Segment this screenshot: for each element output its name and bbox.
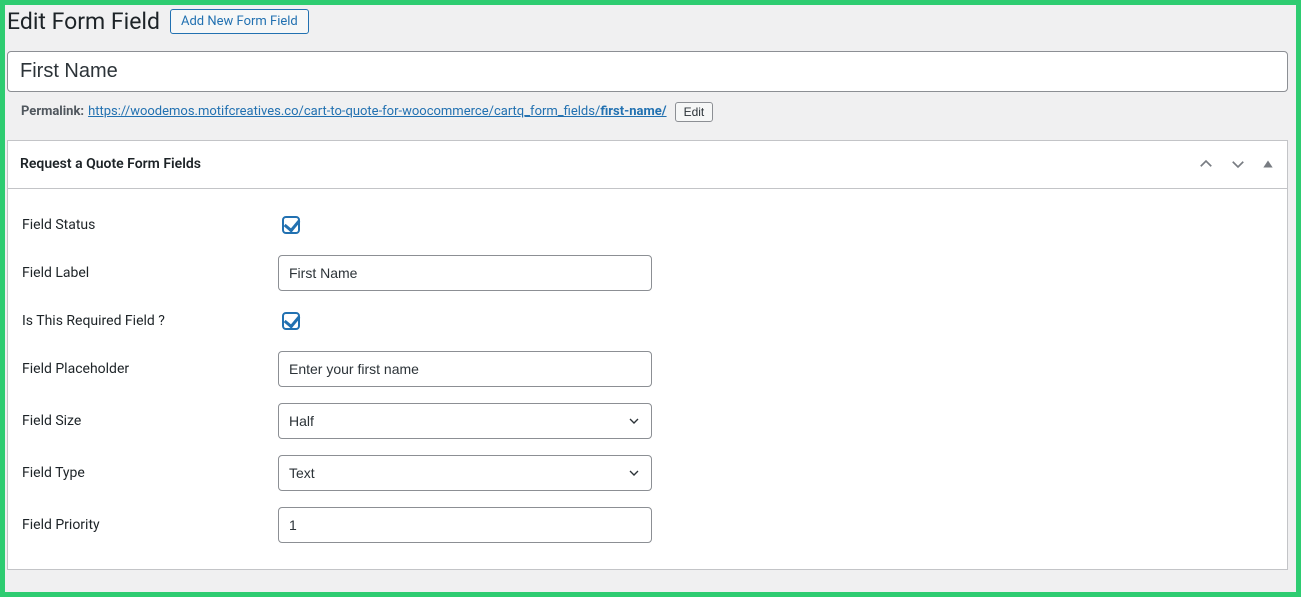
field-type-select[interactable]: Text: [278, 455, 652, 491]
field-required-checkbox[interactable]: [282, 312, 300, 330]
metabox-title: Request a Quote Form Fields: [20, 156, 201, 172]
field-status-checkbox[interactable]: [282, 216, 300, 234]
field-placeholder-input[interactable]: [278, 351, 652, 387]
field-priority-label: Field Priority: [22, 499, 278, 551]
field-type-label: Field Type: [22, 447, 278, 499]
permalink-slug: first-name/: [600, 104, 666, 119]
move-down-icon[interactable]: [1229, 155, 1247, 173]
page-title: Edit Form Field: [7, 7, 160, 37]
toggle-panel-icon[interactable]: [1261, 157, 1275, 171]
field-size-select[interactable]: Half: [278, 403, 652, 439]
metabox-form-fields: Request a Quote Form Fields: [7, 140, 1288, 570]
post-title-input[interactable]: [7, 51, 1288, 92]
permalink-row: Permalink: https://woodemos.motifcreativ…: [7, 92, 1288, 140]
field-required-label: Is This Required Field ?: [22, 299, 278, 343]
field-placeholder-label: Field Placeholder: [22, 343, 278, 395]
field-priority-input[interactable]: [278, 507, 652, 543]
permalink-label: Permalink:: [21, 104, 84, 119]
permalink-base: https://woodemos.motifcreatives.co/cart-…: [88, 104, 600, 119]
permalink-edit-button[interactable]: Edit: [675, 102, 714, 122]
move-up-icon[interactable]: [1197, 155, 1215, 173]
add-new-button[interactable]: Add New Form Field: [170, 9, 309, 34]
field-size-label: Field Size: [22, 395, 278, 447]
field-label-label: Field Label: [22, 247, 278, 299]
permalink-link[interactable]: https://woodemos.motifcreatives.co/cart-…: [88, 104, 667, 119]
field-status-label: Field Status: [22, 203, 278, 247]
field-label-input[interactable]: [278, 255, 652, 291]
